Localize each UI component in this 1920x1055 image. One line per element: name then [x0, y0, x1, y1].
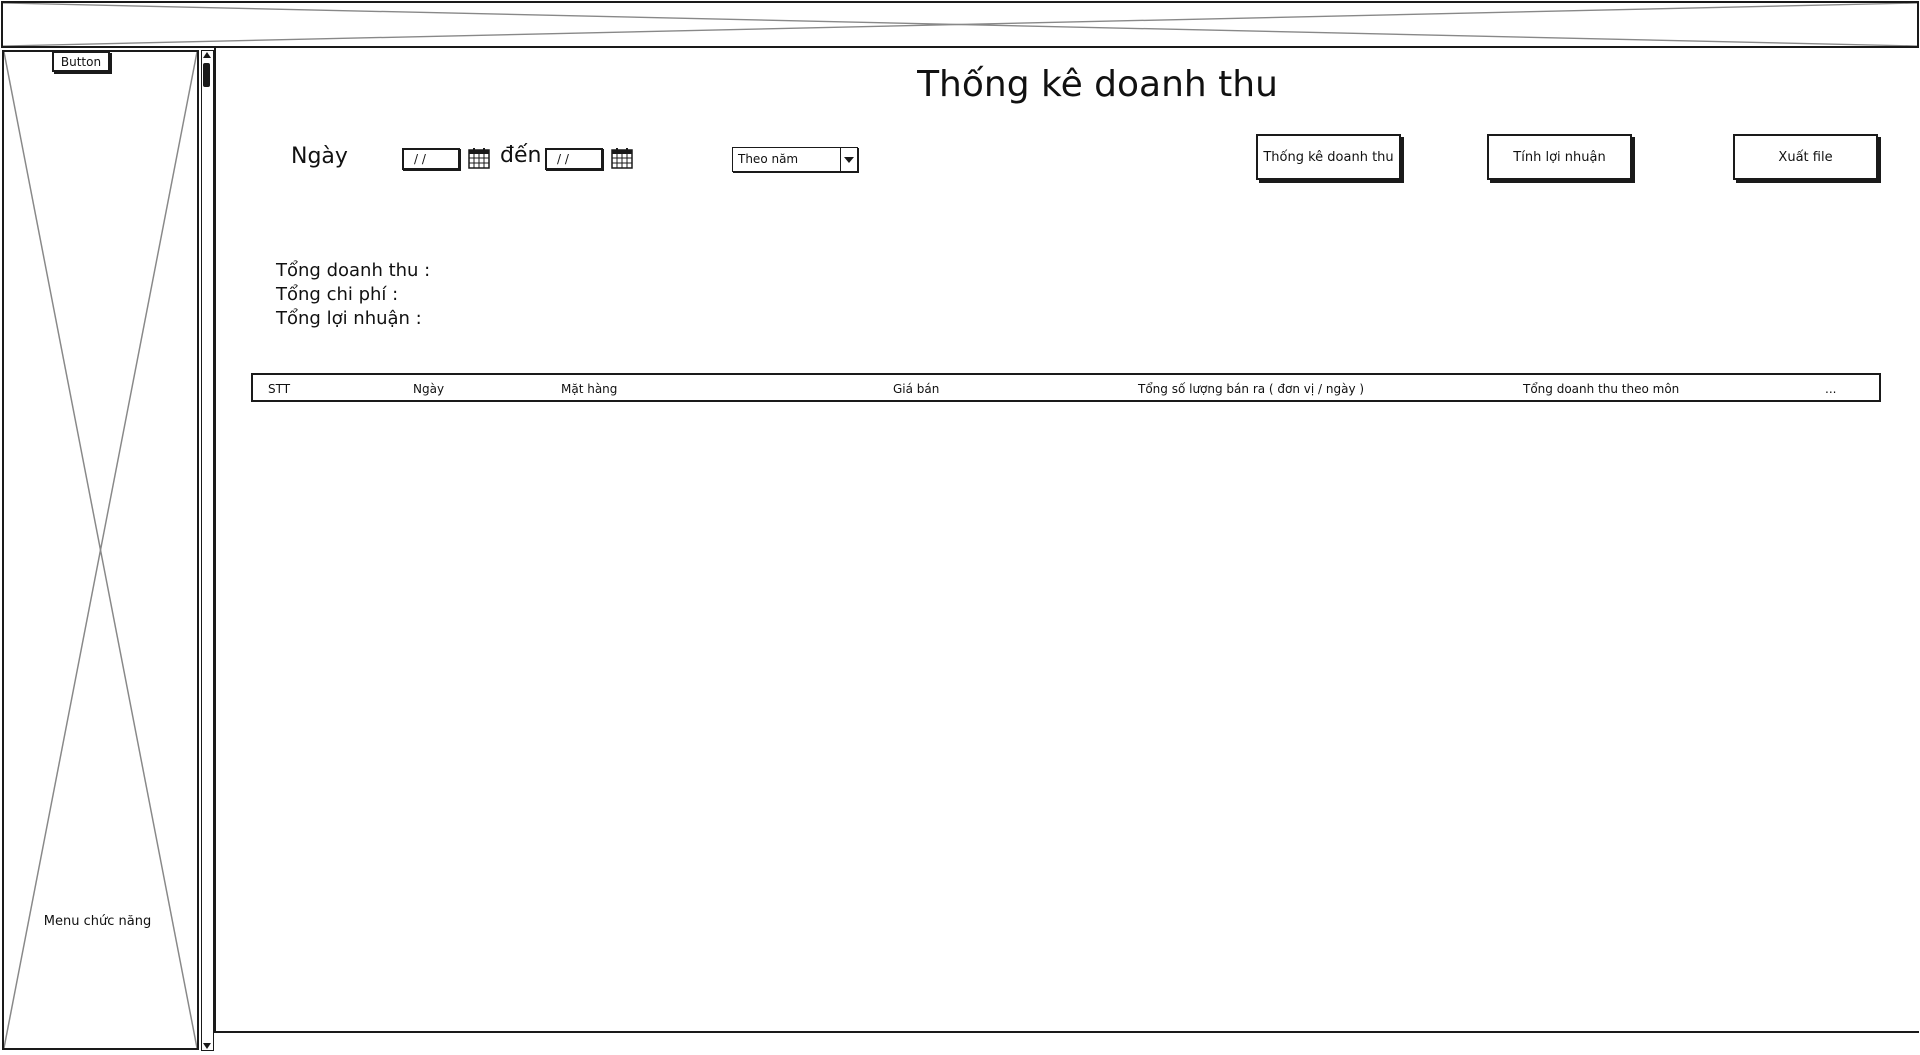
calendar-icon[interactable]: [468, 147, 490, 169]
sidebar-menu: [2, 50, 199, 1050]
to-date-input[interactable]: / /: [545, 148, 603, 170]
placeholder-cross: [4, 52, 197, 1048]
scroll-thumb[interactable]: [203, 63, 210, 87]
scroll-down-icon[interactable]: [203, 1043, 211, 1049]
column-header-item: Mặt hàng: [561, 382, 618, 396]
data-table-header: STT Ngày Mặt hàng Giá bán Tổng số lượng …: [251, 373, 1881, 402]
date-label: Ngày: [291, 144, 348, 169]
profit-calc-button[interactable]: Tính lợi nhuận: [1487, 134, 1632, 180]
to-label: đến: [500, 143, 542, 168]
column-header-stt: STT: [268, 382, 291, 396]
column-header-price: Giá bán: [893, 382, 940, 396]
chevron-down-icon[interactable]: [840, 148, 857, 171]
column-header-revenue-by-item: Tổng doanh thu theo môn: [1523, 382, 1680, 396]
page-title: Thống kê doanh thu: [917, 64, 1278, 105]
period-select[interactable]: Theo năm: [732, 147, 858, 172]
export-file-button[interactable]: Xuất file: [1733, 134, 1878, 180]
column-header-quantity: Tổng số lượng bán ra ( đơn vị / ngày ): [1138, 382, 1365, 396]
scroll-up-icon[interactable]: [203, 52, 211, 58]
calendar-icon[interactable]: [611, 147, 633, 169]
total-revenue-label: Tổng doanh thu :: [276, 260, 431, 281]
column-header-date: Ngày: [413, 382, 445, 396]
from-date-input[interactable]: / /: [402, 148, 460, 170]
revenue-stats-button[interactable]: Thống kê doanh thu: [1256, 134, 1401, 180]
column-header-more: ...: [1825, 382, 1837, 396]
placeholder-cross: [3, 3, 1917, 46]
total-profit-label: Tổng lợi nhuận :: [276, 308, 422, 329]
total-cost-label: Tổng chi phí :: [276, 284, 399, 305]
sidebar-scrollbar[interactable]: [201, 50, 214, 1051]
header-placeholder: [1, 1, 1919, 48]
sidebar-menu-label: Menu chức năng: [43, 914, 152, 929]
sidebar-button[interactable]: Button: [52, 51, 110, 72]
period-select-value: Theo năm: [738, 152, 799, 166]
main-panel: [214, 48, 1919, 1033]
